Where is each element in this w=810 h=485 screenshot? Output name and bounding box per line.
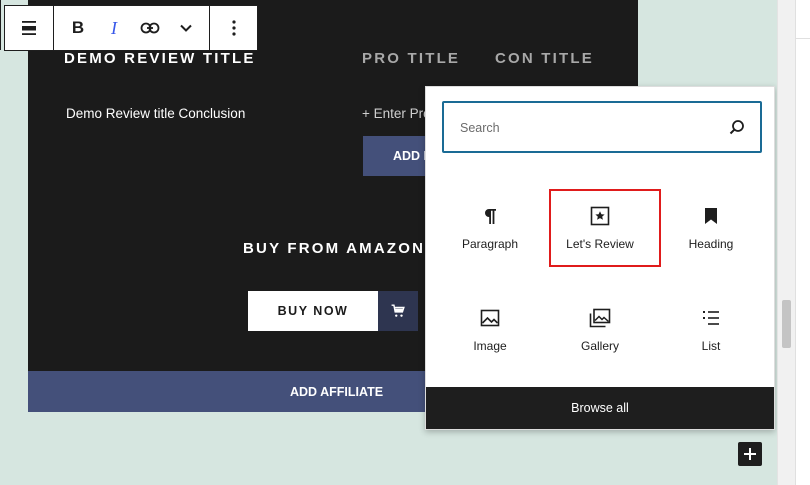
- buy-title[interactable]: BUY FROM AMAZON: [243, 240, 425, 257]
- add-block-button[interactable]: [738, 442, 762, 466]
- image-icon: [480, 309, 500, 327]
- bold-button[interactable]: B: [63, 6, 93, 50]
- gallery-icon: [589, 308, 611, 328]
- left-edge-line: [0, 0, 1, 50]
- list-icon: [703, 311, 719, 325]
- buy-now-button[interactable]: BUY NOW: [248, 291, 378, 331]
- block-list[interactable]: List: [656, 291, 766, 371]
- bookmark-icon: [705, 208, 717, 224]
- more-vertical-icon: [231, 20, 236, 36]
- pro-title[interactable]: PRO TITLE: [362, 50, 460, 67]
- paragraph-icon: [485, 209, 496, 224]
- link-button[interactable]: [135, 6, 165, 50]
- block-toolbar: B I: [4, 5, 258, 51]
- scrollbar-thumb[interactable]: [782, 300, 791, 348]
- review-title[interactable]: DEMO REVIEW TITLE: [64, 50, 256, 67]
- block-label: Gallery: [580, 339, 619, 353]
- link-icon: [140, 22, 160, 34]
- block-label: Paragraph: [461, 237, 519, 251]
- chevron-down-icon: [180, 24, 192, 32]
- toolbar-separator: [53, 6, 54, 50]
- options-button[interactable]: [210, 6, 257, 50]
- search-input[interactable]: [458, 103, 722, 153]
- enter-pro-input[interactable]: + Enter Pro: [362, 106, 431, 121]
- scrollbar[interactable]: [777, 0, 795, 485]
- add-pro-button[interactable]: ADD PRO: [363, 136, 433, 176]
- divider: [796, 38, 810, 39]
- block-paragraph[interactable]: Paragraph: [435, 189, 545, 269]
- block-label: Image: [473, 339, 507, 353]
- review-conclusion[interactable]: Demo Review title Conclusion: [66, 106, 245, 121]
- italic-button[interactable]: I: [99, 6, 129, 50]
- block-image[interactable]: Image: [435, 291, 545, 371]
- block-label: List: [701, 339, 721, 353]
- cart-button[interactable]: [378, 291, 418, 331]
- block-inserter: Paragraph Let's Review Heading Image Gal…: [425, 86, 775, 430]
- block-heading[interactable]: Heading: [656, 189, 766, 269]
- search-box: [442, 101, 762, 153]
- cart-icon: [391, 304, 405, 317]
- plus-icon: [744, 448, 756, 460]
- highlight-box: [549, 189, 661, 267]
- right-edge-panel: [795, 0, 810, 485]
- block-gallery[interactable]: Gallery: [545, 291, 655, 371]
- align-button[interactable]: [5, 6, 53, 50]
- add-affiliate-label: ADD AFFILIATE: [290, 385, 384, 399]
- block-label: Heading: [688, 237, 734, 251]
- search-icon[interactable]: [728, 118, 746, 136]
- more-formats-button[interactable]: [171, 6, 201, 50]
- align-icon: [22, 21, 36, 35]
- con-title[interactable]: CON TITLE: [495, 50, 594, 67]
- browse-all-button[interactable]: Browse all: [426, 387, 774, 429]
